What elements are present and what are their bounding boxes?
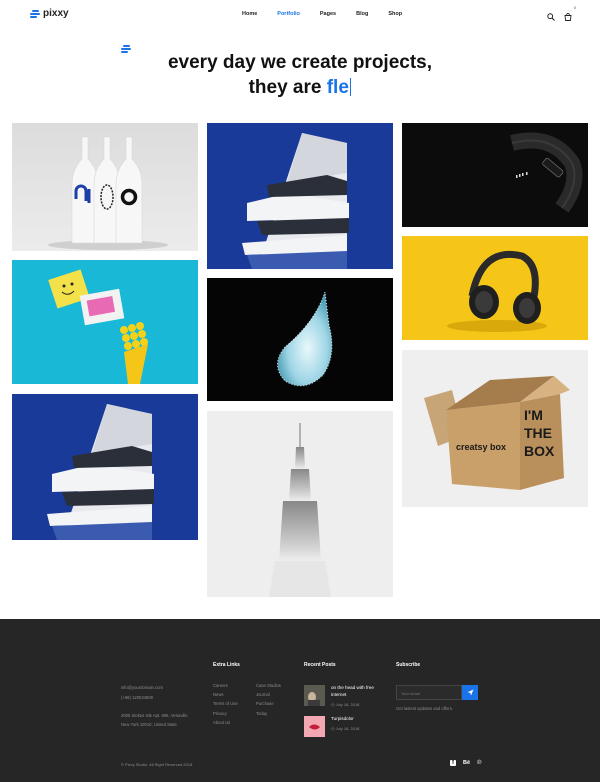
subscribe-email-input[interactable]: Your email (396, 685, 462, 700)
behance-icon[interactable]: Bē (463, 760, 470, 766)
box-text-line2: THE (524, 425, 552, 441)
search-icon[interactable] (547, 13, 555, 21)
post-thumbnail-1[interactable] (304, 685, 325, 706)
building-image-2 (47, 404, 154, 540)
link-terms[interactable]: Terms of Use (213, 700, 238, 709)
cart-count: 0 (573, 5, 576, 10)
headphones-image (447, 250, 547, 332)
post-image-2 (304, 716, 325, 737)
hero-typed-text: fle (326, 77, 349, 98)
box-brand-text: creatsy box (456, 442, 506, 452)
copyright: © Pixxy Studio. All Right Reserved 2018. (121, 762, 194, 767)
logo-mark-icon (30, 9, 40, 19)
logo[interactable]: pixxy (30, 8, 69, 19)
send-icon (467, 689, 473, 696)
bottles-tile[interactable] (12, 123, 198, 251)
subscribe-heading: Subscribe (396, 662, 421, 668)
building-tile-2[interactable] (12, 394, 198, 540)
bottles-image (48, 136, 168, 250)
link-news[interactable]: News (213, 691, 223, 700)
link-today[interactable]: Today (256, 710, 267, 719)
link-journal[interactable]: Journal (256, 691, 270, 700)
footer-logo-mark-icon (121, 44, 131, 54)
link-purchase[interactable]: Purchase (256, 700, 274, 709)
subscribe-button[interactable] (462, 685, 478, 700)
footer-logo[interactable]: pixxy (121, 43, 158, 54)
box-tile[interactable]: creatsy box I'M THE BOX (402, 350, 588, 507)
social-links: f Bē ℗ (450, 760, 481, 766)
logo-text: pixxy (43, 8, 69, 19)
post-date-2: ◷ July 18, 2018 (331, 726, 359, 731)
footer-logo-text: pixxy (134, 43, 159, 54)
post-date-1: ◷ July 18, 2018 (331, 702, 359, 707)
post-title-1-line2[interactable]: internet (331, 692, 346, 699)
nav-portfolio[interactable]: Portfolio (277, 11, 300, 17)
recent-posts-heading: Recent Posts (304, 662, 336, 668)
box-text-line1: I'M (524, 407, 543, 423)
box-image: creatsy box I'M THE BOX (424, 376, 570, 490)
hero-line-2-prefix: they are (248, 77, 322, 98)
extra-links-heading: Extra Links (213, 662, 240, 668)
skyscraper-image (269, 423, 331, 597)
nav-blog[interactable]: Blog (356, 11, 368, 17)
splash-image (277, 291, 333, 387)
link-privacy[interactable]: Privacy (213, 710, 227, 719)
post-date-2-text: July 18, 2018 (335, 726, 360, 731)
building-image (242, 133, 349, 269)
link-case-studios[interactable]: Case Studios (256, 682, 281, 691)
subscribe-note: Get lastest updates and offers. (396, 706, 453, 711)
nav-pages[interactable]: Pages (320, 11, 336, 17)
box-text-line3: BOX (524, 443, 555, 459)
footer-address-1: 2005 Stokes Isle Apt. 896, Venaville (121, 713, 188, 718)
brush-image (48, 269, 148, 384)
headphones-tile[interactable] (402, 236, 588, 340)
pinterest-icon[interactable]: ℗ (477, 760, 481, 766)
link-about[interactable]: About Us (213, 719, 230, 728)
splash-tile[interactable] (207, 278, 393, 401)
header-icons: 0 (547, 5, 576, 26)
post-date-1-text: July 18, 2018 (335, 702, 360, 707)
site-footer (0, 619, 600, 782)
fitness-band-image (510, 132, 583, 213)
post-title-1-line1[interactable]: on the head with free (331, 685, 374, 692)
site-header: pixxy Home Portfolio Pages Blog Shop 0 (0, 0, 600, 30)
footer-phone: (+68) 120034509 (121, 695, 154, 700)
nav-shop[interactable]: Shop (388, 11, 402, 17)
nav-home[interactable]: Home (242, 11, 257, 17)
post-image-1 (304, 685, 325, 706)
post-title-2[interactable]: Turpisdolor (331, 716, 354, 723)
typing-caret (349, 78, 352, 96)
building-tile[interactable] (207, 123, 393, 269)
post-thumbnail-2[interactable] (304, 716, 325, 737)
skyscraper-tile[interactable] (207, 411, 393, 597)
hero-line-1: every day we create projects, (167, 52, 433, 73)
cart-button[interactable]: 0 (564, 5, 576, 26)
fitness-band-tile[interactable] (402, 123, 588, 227)
main-nav: Home Portfolio Pages Blog Shop (242, 11, 422, 17)
cart-icon (564, 12, 572, 21)
footer-email[interactable]: info@yourdomain.com (121, 684, 163, 693)
facebook-icon[interactable]: f (450, 760, 456, 766)
hero-heading: every day we create projects, they are f… (0, 50, 600, 100)
brush-tile[interactable] (12, 260, 198, 384)
hero-line-2: they are fle (0, 75, 600, 100)
link-careers[interactable]: Careers (213, 682, 228, 691)
footer-address-2: New York 10010, United State (121, 722, 177, 727)
